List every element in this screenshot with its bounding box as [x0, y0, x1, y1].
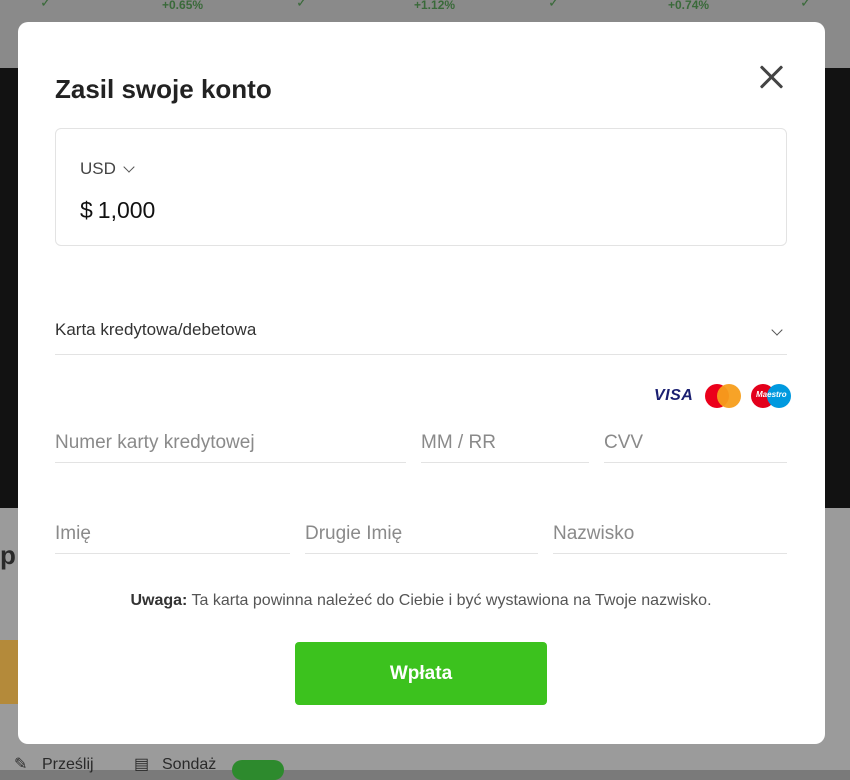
mastercard-logo-icon [705, 384, 742, 408]
deposit-button[interactable]: Wpłata [295, 642, 547, 705]
chevron-down-icon [771, 324, 783, 336]
amount-box: USD $ [55, 128, 787, 246]
ticker-trend-icon: ✓ [40, 0, 52, 10]
ticker-trend-icon: ✓ [548, 0, 560, 10]
ticker-change: +1.12% [414, 0, 456, 12]
ticker-change: +0.65% [162, 0, 204, 12]
notice-text: Ta karta powinna należeć do Ciebie i być… [187, 592, 712, 609]
ticker-trend-icon: ✓ [296, 0, 308, 10]
ticker-change: +0.74% [668, 0, 710, 12]
visa-logo-icon: VISA [654, 387, 694, 404]
notice-label: Uwaga: [130, 592, 188, 609]
background-heading-fragment: p [0, 540, 16, 570]
poll-icon: ▤ [134, 756, 150, 773]
deposit-modal: Zasil swoje konto USD $ Karta kredytowa/… [18, 22, 825, 744]
amount-input[interactable] [97, 197, 398, 224]
close-icon[interactable] [756, 62, 786, 92]
chevron-down-icon [123, 160, 135, 173]
amount-row: $ [80, 197, 398, 224]
currency-symbol: $ [80, 197, 93, 223]
modal-title: Zasil swoje konto [55, 74, 272, 104]
card-ownership-notice: Uwaga: Ta karta powinna należeć do Ciebi… [55, 592, 787, 610]
expiry-input[interactable] [421, 432, 589, 463]
last-name-input[interactable] [553, 523, 787, 554]
upload-icon: ✎ [14, 756, 28, 773]
card-brands: VISA Maestro [654, 384, 792, 408]
background-thumbnail [0, 640, 18, 704]
currency-label: USD [80, 159, 116, 178]
maestro-logo-icon: Maestro [751, 384, 792, 408]
cvv-input[interactable] [604, 432, 787, 463]
background-link-poll: Sondaż [162, 756, 217, 773]
payment-method-dropdown[interactable]: Karta kredytowa/debetowa [55, 306, 787, 355]
middle-name-input[interactable] [305, 523, 538, 554]
payment-method-label: Karta kredytowa/debetowa [55, 320, 257, 339]
first-name-input[interactable] [55, 523, 290, 554]
card-number-input[interactable] [55, 432, 406, 463]
background-badge [232, 760, 284, 780]
background-link-upload: Prześlij [42, 756, 94, 773]
ticker-trend-icon: ✓ [800, 0, 812, 10]
currency-selector[interactable]: USD [80, 159, 135, 179]
